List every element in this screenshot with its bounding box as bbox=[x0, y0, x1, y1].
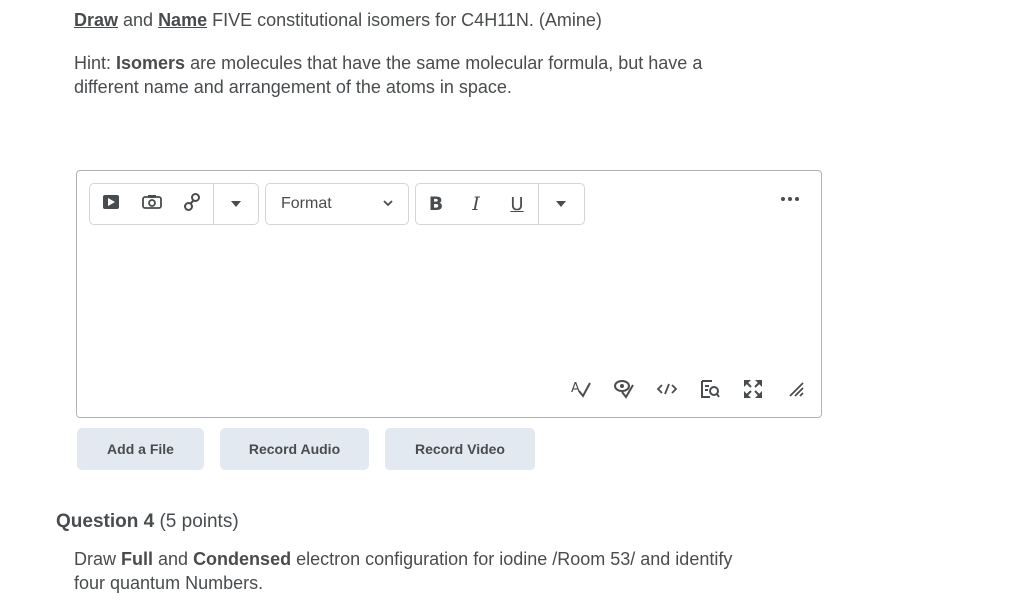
accessibility-check-icon bbox=[613, 379, 635, 404]
format-more-dropdown[interactable] bbox=[539, 184, 583, 224]
bold-button[interactable]: B bbox=[416, 184, 456, 224]
more-actions-button[interactable] bbox=[781, 197, 799, 201]
insert-link-button[interactable] bbox=[172, 184, 214, 224]
ellipsis-dot bbox=[795, 197, 799, 201]
rich-text-editor[interactable]: Format B I U A bbox=[76, 170, 822, 418]
resize-handle-icon bbox=[787, 380, 805, 403]
editor-status-tools: A bbox=[569, 379, 827, 403]
record-video-button[interactable]: Record Video bbox=[385, 428, 535, 470]
link-icon bbox=[182, 192, 202, 217]
hint-label: Hint: bbox=[74, 53, 117, 73]
play-icon bbox=[102, 194, 120, 215]
text-style-toolbar-group: B I U bbox=[415, 183, 585, 225]
record-audio-button[interactable]: Record Audio bbox=[220, 428, 369, 470]
q4-text-a: Draw bbox=[74, 549, 122, 569]
format-label: Format bbox=[281, 195, 332, 212]
draw-word: Draw bbox=[74, 10, 119, 30]
hint-rest-1: are molecules that have the same molecul… bbox=[185, 53, 703, 73]
question-4-points: (5 points) bbox=[154, 511, 239, 532]
q4-text-c: electron configuration for iodine /Room … bbox=[291, 549, 733, 569]
spellcheck-button[interactable]: A bbox=[569, 379, 593, 403]
underline-button[interactable]: U bbox=[496, 184, 538, 224]
q4-text-b: and bbox=[153, 549, 194, 569]
fullscreen-icon bbox=[743, 379, 763, 404]
code-icon bbox=[656, 382, 678, 401]
hint-bold: Isomers bbox=[116, 53, 186, 73]
format-dropdown[interactable]: Format bbox=[265, 183, 409, 225]
insert-toolbar-group bbox=[89, 183, 259, 225]
preview-button[interactable] bbox=[698, 379, 722, 403]
ellipsis-icon bbox=[781, 197, 785, 201]
question-4-line-1: Draw Full and Condensed electron configu… bbox=[74, 547, 732, 571]
question-prompt: Draw and Name FIVE constitutional isomer… bbox=[74, 8, 602, 32]
ellipsis-dot bbox=[788, 197, 792, 201]
source-code-button[interactable] bbox=[655, 379, 679, 403]
chevron-down-icon bbox=[382, 196, 394, 215]
name-word: Name bbox=[158, 10, 208, 30]
q4-condensed: Condensed bbox=[193, 549, 292, 569]
insert-stuff-button[interactable] bbox=[90, 184, 132, 224]
italic-button[interactable]: I bbox=[456, 184, 496, 224]
insert-image-button[interactable] bbox=[132, 184, 172, 224]
question-rest: FIVE constitutional isomers for C4H11N. … bbox=[207, 10, 602, 30]
preview-icon bbox=[700, 379, 720, 404]
insert-more-dropdown[interactable] bbox=[214, 184, 258, 224]
and-word: and bbox=[118, 10, 159, 30]
accessibility-check-button[interactable] bbox=[612, 379, 636, 403]
hint-line-1: Hint: Isomers are molecules that have th… bbox=[74, 51, 702, 75]
caret-down-icon bbox=[555, 195, 567, 213]
question-4-title: Question 4 bbox=[56, 511, 155, 532]
fullscreen-button[interactable] bbox=[741, 379, 765, 403]
spellcheck-icon: A bbox=[570, 379, 592, 404]
question-4-heading: Question 4 (5 points) bbox=[56, 510, 239, 534]
q4-full: Full bbox=[121, 549, 154, 569]
hint-line-2: different name and arrangement of the at… bbox=[74, 77, 512, 97]
camera-icon bbox=[141, 194, 162, 215]
svg-text:A: A bbox=[571, 381, 580, 396]
add-file-button[interactable]: Add a File bbox=[77, 428, 204, 470]
caret-down-icon bbox=[230, 195, 242, 213]
resize-handle[interactable] bbox=[784, 379, 808, 403]
question-4-line-2: four quantum Numbers. bbox=[74, 573, 264, 593]
